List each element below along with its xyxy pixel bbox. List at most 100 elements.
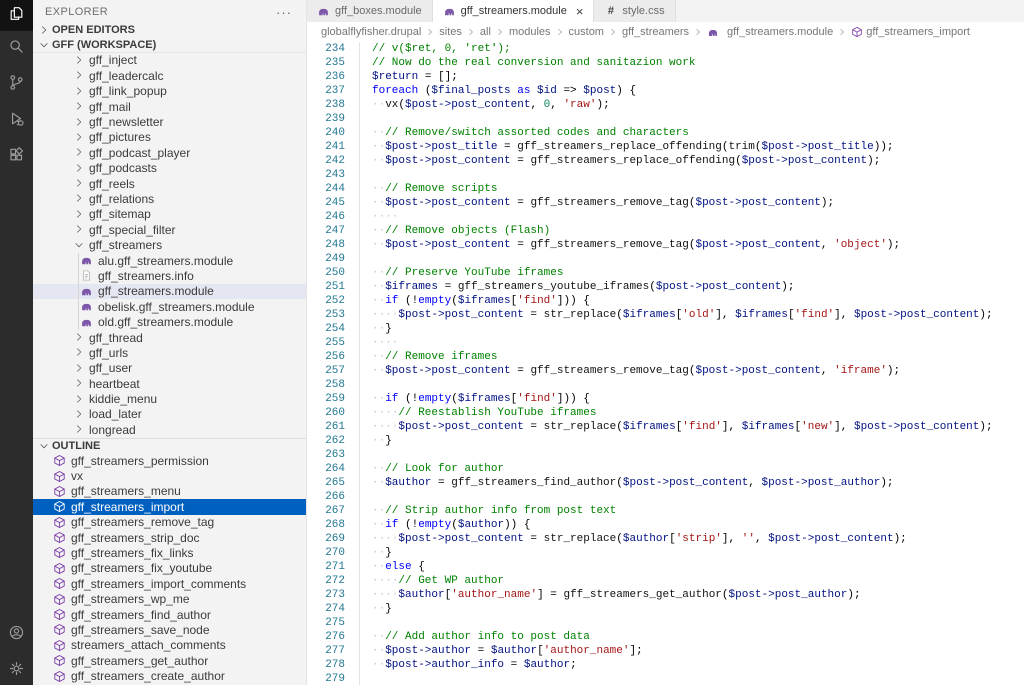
code-line[interactable]: 267··// Strip author info from post text — [307, 504, 1024, 518]
code-line[interactable]: 245··$post->post_content = gff_streamers… — [307, 196, 1024, 210]
code-line[interactable]: 241··$post->post_title = gff_streamers_r… — [307, 140, 1024, 154]
outline-item[interactable]: gff_streamers_find_author — [33, 607, 306, 622]
tree-item[interactable]: gff_streamers.module — [33, 284, 306, 299]
code-line[interactable]: 253····$post->post_content = str_replace… — [307, 308, 1024, 322]
outline-item[interactable]: gff_streamers_import_comments — [33, 576, 306, 591]
tree-item[interactable]: gff_thread — [33, 330, 306, 345]
code-line[interactable]: 251··$iframes = gff_streamers_youtube_if… — [307, 280, 1024, 294]
activity-bar-item-account[interactable] — [0, 617, 33, 653]
breadcrumb-item[interactable]: globalflyfisher.drupal — [321, 26, 421, 38]
outline-item[interactable]: gff_streamers_wp_me — [33, 591, 306, 606]
code-line[interactable]: 235// Now do the real conversion and san… — [307, 56, 1024, 70]
outline-item[interactable]: gff_streamers_fix_youtube — [33, 561, 306, 576]
open-editors-section[interactable]: OPEN EDITORS — [33, 22, 306, 37]
tree-item[interactable]: gff_streamers — [33, 237, 306, 252]
workspace-section[interactable]: GFF (WORKSPACE) — [33, 37, 306, 52]
outline-item[interactable]: gff_streamers_remove_tag — [33, 515, 306, 530]
breadcrumb-item[interactable]: sites — [439, 26, 462, 38]
activity-bar-item-source-control[interactable] — [0, 67, 33, 103]
code-line[interactable]: 234// v($ret, 0, 'ret'); — [307, 42, 1024, 56]
tree-item[interactable]: gff_newsletter — [33, 114, 306, 129]
breadcrumb-item[interactable]: modules — [509, 26, 551, 38]
code-line[interactable]: 255···· — [307, 336, 1024, 350]
code-line[interactable]: 278··$post->author_info = $author; — [307, 658, 1024, 672]
code-line[interactable]: 259··if (!empty($iframes['find'])) { — [307, 392, 1024, 406]
breadcrumb-item[interactable]: custom — [569, 26, 604, 38]
code-line[interactable]: 279 — [307, 672, 1024, 685]
close-icon[interactable]: × — [576, 5, 584, 18]
code-line[interactable]: 237foreach ($final_posts as $id => $post… — [307, 84, 1024, 98]
code-line[interactable]: 270··} — [307, 546, 1024, 560]
outline-item[interactable]: gff_streamers_permission — [33, 453, 306, 468]
tree-item[interactable]: gff_podcasts — [33, 161, 306, 176]
outline-item[interactable]: gff_streamers_save_node — [33, 622, 306, 637]
code-line[interactable]: 254··} — [307, 322, 1024, 336]
code-line[interactable]: 240··// Remove/switch assorted codes and… — [307, 126, 1024, 140]
breadcrumb-item[interactable]: gff_streamers_import — [851, 26, 970, 38]
tree-item[interactable]: gff_reels — [33, 176, 306, 191]
code-line[interactable]: 250··// Preserve YouTube iframes — [307, 266, 1024, 280]
outline-item[interactable]: gff_streamers_get_author — [33, 653, 306, 668]
code-line[interactable]: 261····$post->post_content = str_replace… — [307, 420, 1024, 434]
code-line[interactable]: 260····// Reestablish YouTube iframes — [307, 406, 1024, 420]
outline-item[interactable]: gff_streamers_import — [33, 499, 306, 514]
activity-bar-item-extensions[interactable] — [0, 139, 33, 175]
code-line[interactable]: 269····$post->post_content = str_replace… — [307, 532, 1024, 546]
activity-bar-item-search[interactable] — [0, 31, 33, 67]
activity-bar-item-settings[interactable] — [0, 653, 33, 685]
outline-item[interactable]: gff_streamers_menu — [33, 484, 306, 499]
outline-item[interactable]: gff_streamers_strip_doc — [33, 530, 306, 545]
breadcrumb-item[interactable]: gff_streamers.module — [707, 26, 833, 38]
tree-item[interactable]: gff_link_popup — [33, 84, 306, 99]
editor-tab[interactable]: #style.css — [594, 0, 675, 22]
code-line[interactable]: 277··$post->author = $author['author_nam… — [307, 644, 1024, 658]
breadcrumb-item[interactable]: all — [480, 26, 491, 38]
tree-item[interactable]: gff_inject — [33, 53, 306, 68]
outline-item[interactable]: vx — [33, 468, 306, 483]
tree-item[interactable]: heartbeat — [33, 376, 306, 391]
code-line[interactable]: 262··} — [307, 434, 1024, 448]
code-line[interactable]: 256··// Remove iframes — [307, 350, 1024, 364]
tree-item[interactable]: gff_mail — [33, 99, 306, 114]
code-line[interactable]: 263 — [307, 448, 1024, 462]
code-line[interactable]: 273····$author['author_name'] = gff_stre… — [307, 588, 1024, 602]
outline-item[interactable]: gff_streamers_create_author — [33, 668, 306, 683]
more-actions-icon[interactable]: ··· — [276, 5, 292, 20]
outline-section[interactable]: OUTLINE — [33, 438, 306, 453]
tree-item[interactable]: obelisk.gff_streamers.module — [33, 299, 306, 314]
code-line[interactable]: 264··// Look for author — [307, 462, 1024, 476]
code-line[interactable]: 258 — [307, 378, 1024, 392]
code-line[interactable]: 239 — [307, 112, 1024, 126]
tree-item[interactable]: alu.gff_streamers.module — [33, 253, 306, 268]
tree-item[interactable]: old.gff_streamers.module — [33, 314, 306, 329]
code-editor[interactable]: 234// v($ret, 0, 'ret');235// Now do the… — [307, 42, 1024, 685]
tree-item[interactable]: gff_relations — [33, 191, 306, 206]
code-line[interactable]: 268··if (!empty($author)) { — [307, 518, 1024, 532]
code-line[interactable]: 238··vx($post->post_content, 0, 'raw'); — [307, 98, 1024, 112]
code-line[interactable]: 236$return = []; — [307, 70, 1024, 84]
tree-item[interactable]: gff_leadercalc — [33, 68, 306, 83]
code-line[interactable]: 271··else { — [307, 560, 1024, 574]
code-line[interactable]: 272····// Get WP author — [307, 574, 1024, 588]
code-line[interactable]: 242··$post->post_content = gff_streamers… — [307, 154, 1024, 168]
outline-item[interactable]: streamers_attach_comments — [33, 638, 306, 653]
tree-item[interactable]: gff_urls — [33, 345, 306, 360]
outline-item[interactable]: gff_streamers_fix_links — [33, 545, 306, 560]
code-line[interactable]: 265··$author = gff_streamers_find_author… — [307, 476, 1024, 490]
code-line[interactable]: 247··// Remove objects (Flash) — [307, 224, 1024, 238]
code-line[interactable]: 246···· — [307, 210, 1024, 224]
code-line[interactable]: 249 — [307, 252, 1024, 266]
tree-item[interactable]: gff_podcast_player — [33, 145, 306, 160]
tree-item[interactable]: gff_user — [33, 361, 306, 376]
code-line[interactable]: 257··$post->post_content = gff_streamers… — [307, 364, 1024, 378]
tree-item[interactable]: gff_pictures — [33, 130, 306, 145]
activity-bar-item-explorer[interactable] — [0, 0, 33, 31]
breadcrumb-item[interactable]: gff_streamers — [622, 26, 689, 38]
code-line[interactable]: 275 — [307, 616, 1024, 630]
code-line[interactable]: 274··} — [307, 602, 1024, 616]
code-line[interactable]: 276··// Add author info to post data — [307, 630, 1024, 644]
code-line[interactable]: 252··if (!empty($iframes['find'])) { — [307, 294, 1024, 308]
code-line[interactable]: 244··// Remove scripts — [307, 182, 1024, 196]
tree-item[interactable]: kiddie_menu — [33, 391, 306, 406]
editor-tab[interactable]: gff_streamers.module× — [433, 0, 595, 22]
